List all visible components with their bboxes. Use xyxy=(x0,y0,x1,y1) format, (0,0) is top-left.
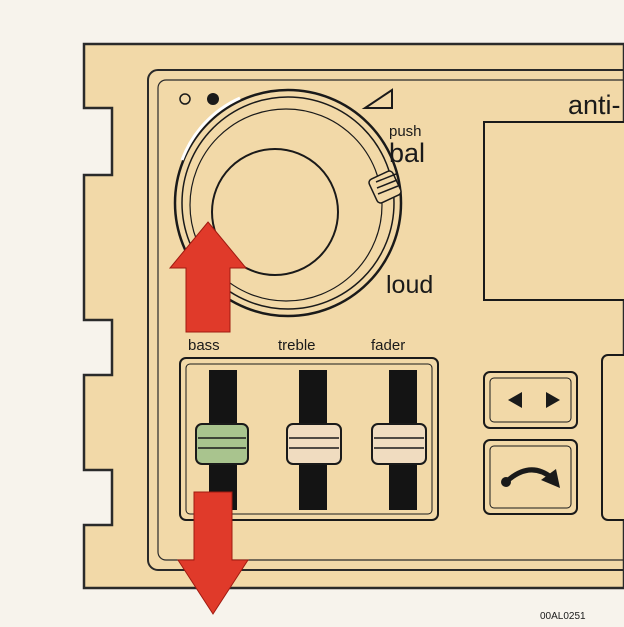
partial-right-button[interactable] xyxy=(601,354,624,521)
display-window xyxy=(483,121,624,301)
treble-label: treble xyxy=(278,337,316,354)
reverse-button[interactable] xyxy=(483,439,578,515)
bal-label: bal xyxy=(389,138,425,168)
figure-code: 00AL0251 xyxy=(540,611,586,622)
bass-label: bass xyxy=(188,337,220,354)
fader-slider[interactable] xyxy=(371,423,427,465)
bass-slider[interactable] xyxy=(195,423,249,465)
fader-label: fader xyxy=(371,337,405,354)
loud-label: loud xyxy=(386,271,433,299)
anti-label: anti- xyxy=(568,90,621,120)
circle-filled-icon xyxy=(207,93,219,105)
seek-button[interactable] xyxy=(483,371,578,429)
treble-slider[interactable] xyxy=(286,423,342,465)
radio-panel-diagram: push bal loud anti- bass treble fader 00… xyxy=(0,0,624,627)
